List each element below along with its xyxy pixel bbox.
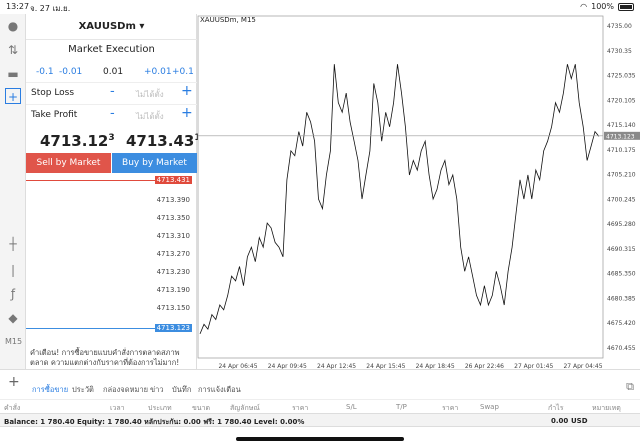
depth-price: 4713.150 (156, 304, 190, 312)
tab-alerts[interactable]: การแจ้งเตือน (198, 384, 241, 396)
y-tick-label: 4735.00 (607, 23, 632, 30)
tab-trade[interactable]: การซื้อขาย (32, 384, 68, 396)
depth-price: 4713.390 (156, 196, 190, 204)
execution-type[interactable]: Market Execution (26, 44, 197, 55)
balance-bar: Balance: 1 780.40 Equity: 1 780.40 หลักป… (0, 413, 640, 427)
col-tp: T/P (396, 403, 407, 411)
y-tick-label: 4730.35 (607, 48, 632, 55)
fullscreen-icon[interactable]: ⧉ (626, 380, 634, 394)
balance-currency: USD (571, 417, 588, 425)
bottom-tabs: + การซื้อขาย ประวัติ กล่องจดหมาย ข่าว บั… (0, 369, 640, 399)
symbol-selector[interactable]: XAUUSDm ▾ (26, 14, 197, 40)
objects-icon[interactable]: ◆ (5, 310, 21, 326)
depth-price: 4713.310 (156, 232, 190, 240)
plot-frame (197, 15, 604, 359)
y-tick-label: 4675.420 (607, 320, 636, 327)
chat-icon[interactable]: ▬ (5, 66, 21, 82)
tab-mailbox[interactable]: กล่องจดหมาย (103, 384, 148, 396)
depth-price: 4713.270 (156, 250, 190, 258)
depth-price: 4713.230 (156, 268, 190, 276)
timeframe-button[interactable]: M15 (5, 334, 22, 350)
trade-icon[interactable]: ⇅ (5, 42, 21, 58)
status-bar: 13:27 จ. 27 เม.ย. ◠ 100% (0, 0, 640, 14)
account-icon[interactable]: ● (5, 18, 21, 34)
ask-price-tag: 4713.431 (154, 176, 192, 184)
stop-loss-plus-button[interactable]: + (181, 83, 193, 99)
depth-price: 4713.190 (156, 286, 190, 294)
y-tick-label: 4720.105 (607, 97, 636, 104)
battery-percent: 100% (591, 2, 614, 11)
ask-line (26, 180, 157, 181)
stop-loss-row: Stop Loss - ไม่ได้ตั้ง + (26, 82, 197, 102)
tab-journal[interactable]: บันทึก (172, 384, 191, 396)
col-swap: Swap (480, 403, 499, 411)
bid-line (26, 328, 157, 329)
market-warning: คำเตือน! การซื้อขายแบบคำสั่งการตลาดสภาพต… (30, 348, 180, 367)
depth-price: 4713.350 (156, 214, 190, 222)
stop-loss-minus-button[interactable]: - (110, 84, 115, 99)
stop-loss-input[interactable]: ไม่ได้ตั้ง (136, 88, 164, 101)
candles-icon[interactable]: ❘ (5, 262, 21, 278)
orders-table-header: คำสั่ง เวลา ประเภท ขนาด สัญลักษณ์ ราคา S… (0, 399, 640, 413)
buy-by-market-button[interactable]: Buy by Market (112, 153, 197, 173)
col-sl: S/L (346, 403, 357, 411)
stop-loss-label: Stop Loss (31, 88, 75, 98)
home-indicator (236, 437, 404, 441)
current-price-label: 4713.123 (606, 133, 635, 140)
y-tick-label: 4725.035 (607, 73, 636, 80)
take-profit-minus-button[interactable]: - (110, 106, 115, 121)
crosshair-icon[interactable]: ┼ (5, 236, 21, 252)
battery-icon (618, 2, 634, 11)
sell-by-market-button[interactable]: Sell by Market (26, 153, 111, 173)
balance-summary: Balance: 1 780.40 Equity: 1 780.40 หลักป… (4, 418, 305, 426)
bid-price-tag: 4713.123 (154, 324, 192, 332)
ask-price: 4713.431 (126, 132, 201, 150)
bid-price: 4713.123 (40, 132, 115, 150)
y-tick-label: 4690.315 (607, 246, 636, 253)
add-icon[interactable]: + (8, 374, 20, 390)
take-profit-input[interactable]: ไม่ได้ตั้ง (136, 110, 164, 123)
volume-value[interactable]: 0.01 (103, 67, 123, 77)
chart-canvas[interactable]: 4735.00 4730.35 4725.035 4720.105 4715.140 47… (197, 14, 640, 370)
volume-plus-0.1[interactable]: +0.1 (172, 67, 194, 77)
indicator-icon[interactable]: ƒ (5, 286, 21, 302)
y-tick-label: 4715.140 (607, 122, 636, 129)
tab-history[interactable]: ประวัติ (72, 384, 94, 396)
volume-minus-0.01[interactable]: -0.01 (59, 67, 82, 77)
price-depth: 4713.431 4713.390 4713.350 4713.310 4713… (26, 176, 197, 351)
take-profit-label: Take Profit (31, 110, 78, 120)
new-order-icon[interactable]: + (5, 88, 21, 104)
tab-news[interactable]: ข่าว (150, 384, 164, 396)
price-chart[interactable]: 4735.00 4730.35 4725.035 4720.105 4715.140 47… (197, 14, 640, 370)
y-tick-label: 4695.280 (607, 221, 636, 228)
y-tick-label: 4680.385 (607, 295, 636, 302)
balance-profit: 0.00 (551, 417, 569, 425)
y-tick-label: 4705.210 (607, 172, 636, 179)
volume-minus-0.1[interactable]: -0.1 (36, 67, 54, 77)
y-tick-label: 4710.175 (607, 147, 636, 154)
status-time: 13:27 (6, 2, 30, 11)
wifi-icon: ◠ (580, 2, 588, 11)
y-tick-label: 4670.455 (607, 345, 636, 352)
volume-plus-0.01[interactable]: +0.01 (144, 67, 172, 77)
left-toolbar: ● ⇅ ▬ + ┼ ❘ ƒ ◆ M15 (0, 14, 26, 369)
chart-title: XAUUSDm, M15 (200, 16, 256, 24)
y-tick-label: 4685.350 (607, 271, 636, 278)
take-profit-plus-button[interactable]: + (181, 105, 193, 121)
y-tick-label: 4700.245 (607, 196, 636, 203)
take-profit-row: Take Profit - ไม่ได้ตั้ง + (26, 104, 197, 124)
order-panel: XAUUSDm ▾ Market Execution -0.1 -0.01 0.… (26, 14, 201, 369)
